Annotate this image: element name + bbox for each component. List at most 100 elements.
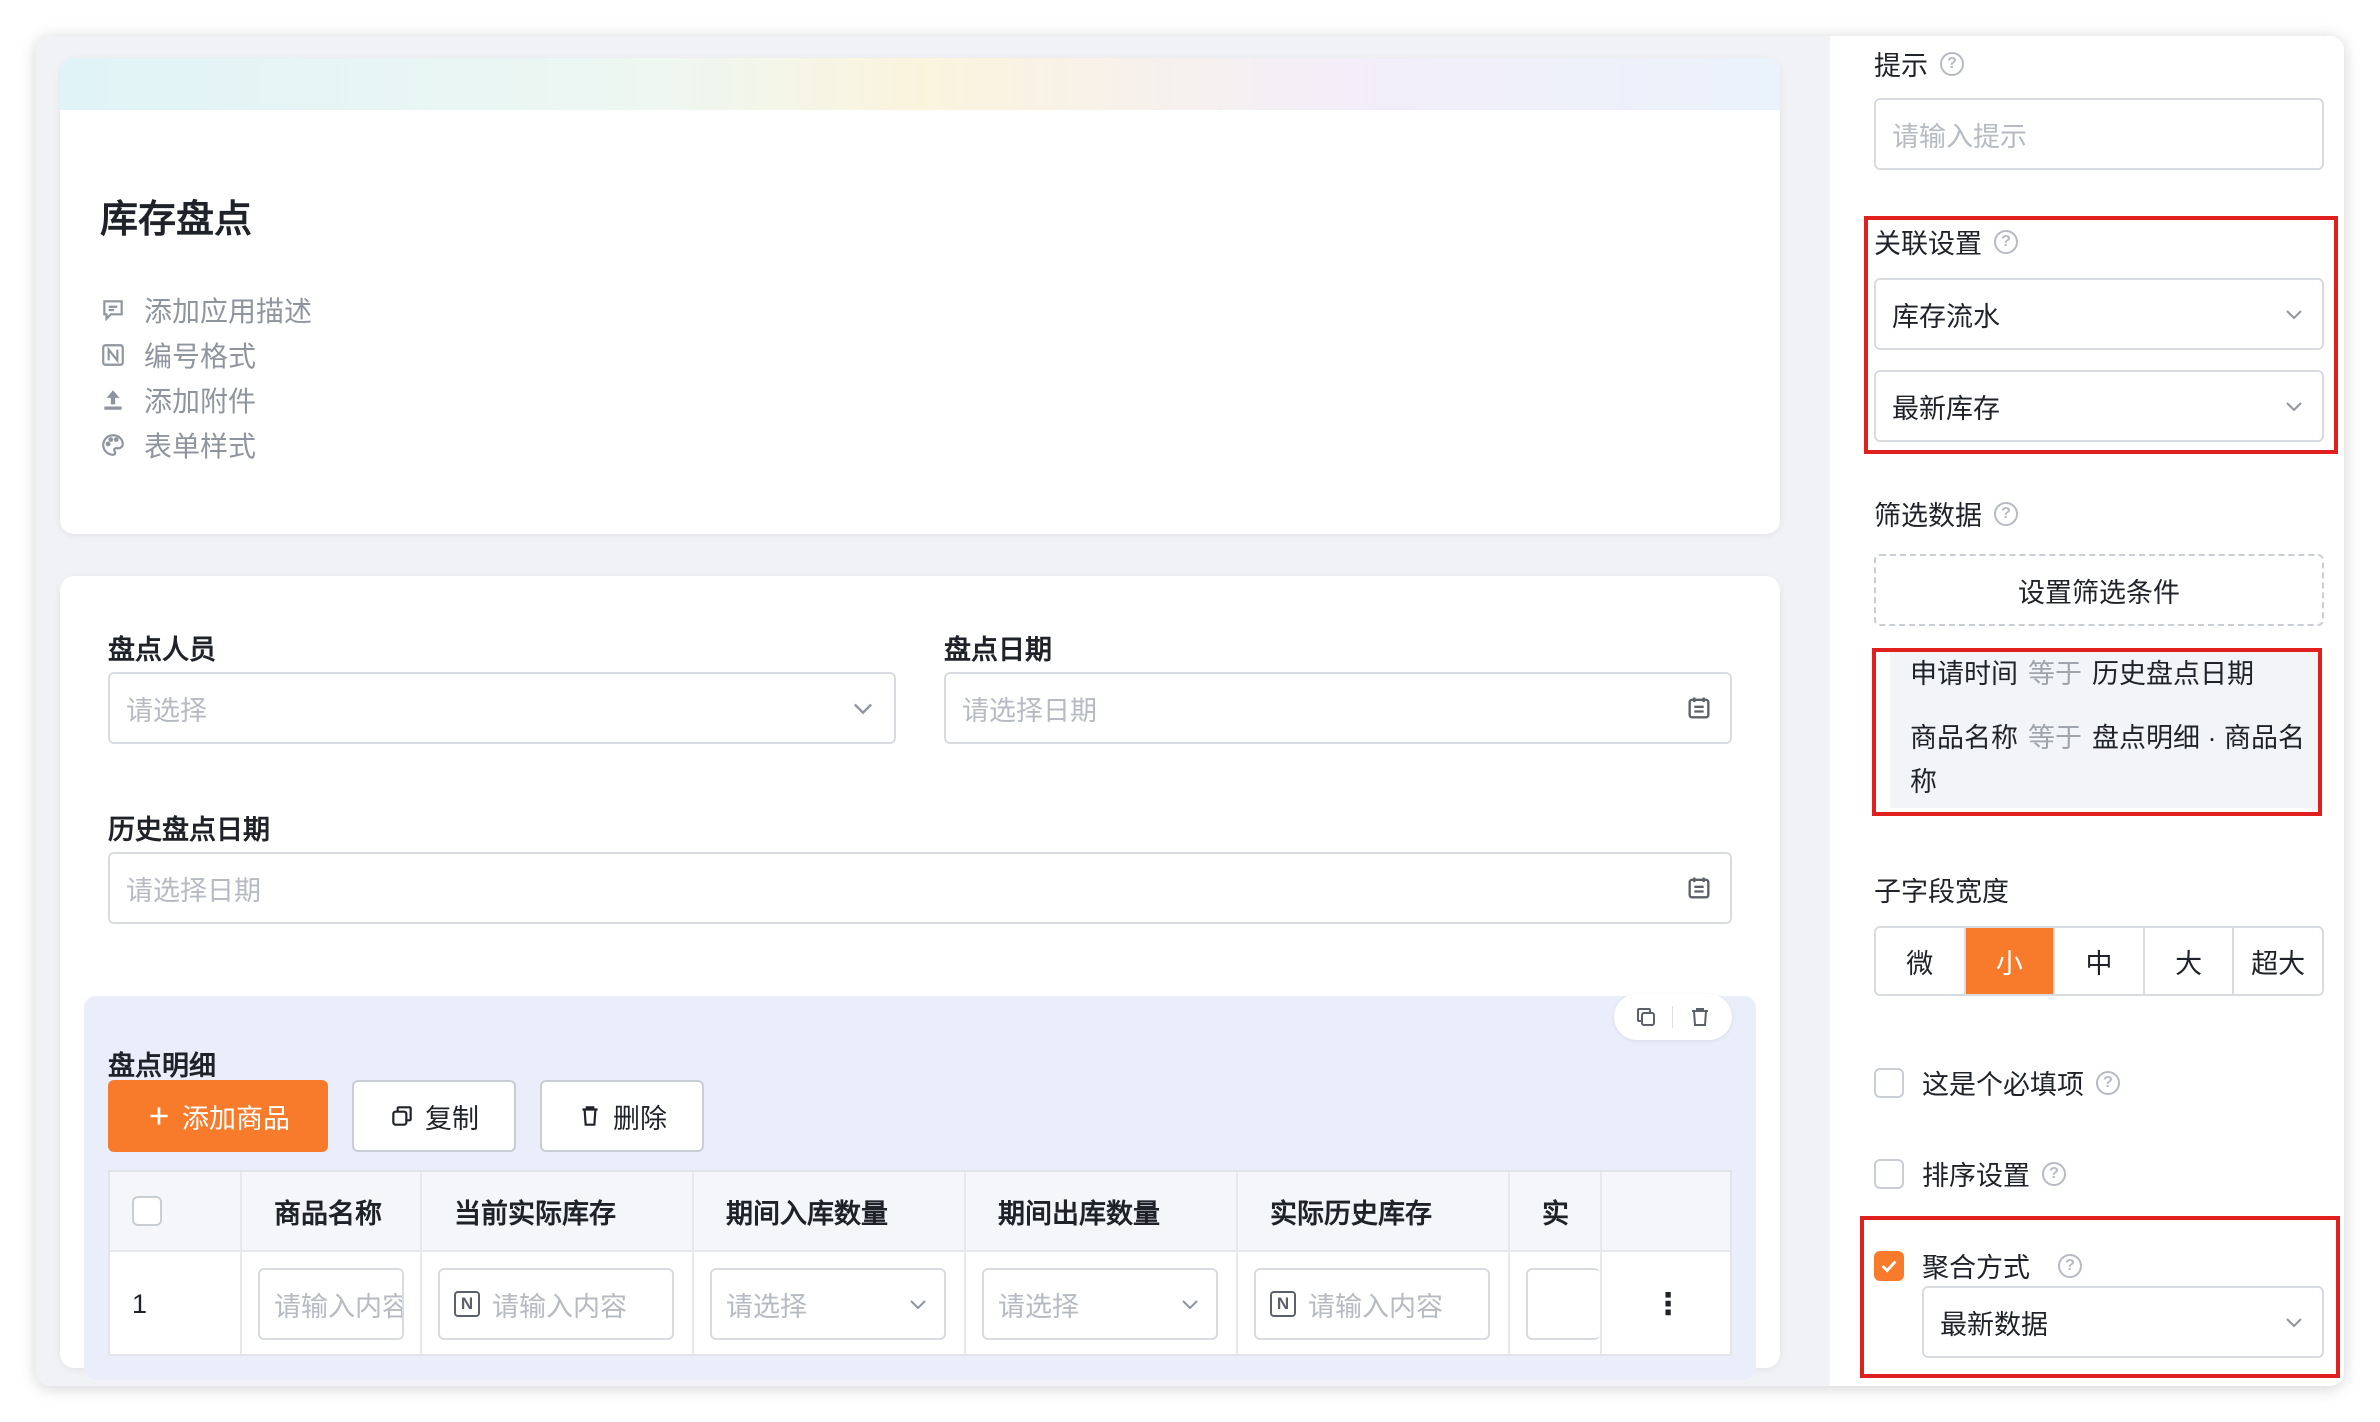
column-header: 当前实际库存 — [422, 1172, 694, 1252]
aggregate-method-value: 最新数据 — [1940, 1309, 2048, 1340]
subtable-toolbar — [1614, 994, 1732, 1040]
delete-label: 删除 — [613, 1103, 667, 1134]
chevron-down-icon — [2282, 1310, 2306, 1334]
number-format-icon — [100, 342, 126, 368]
cell-placeholder: 请输入内容 — [1308, 1291, 1443, 1322]
table-cell: N 请输入内容 — [1238, 1252, 1510, 1354]
table-cell — [1510, 1252, 1602, 1354]
column-header: 期间出库数量 — [966, 1172, 1238, 1252]
column-header: 实际历史库存 — [1238, 1172, 1510, 1252]
subfield-width-segmented: 微 小 中 大 超大 — [1874, 926, 2324, 996]
table-cell: 请选择 — [694, 1252, 966, 1354]
help-icon[interactable]: ? — [2096, 1070, 2120, 1095]
header-gradient-band — [60, 58, 1780, 110]
calendar-icon — [1684, 693, 1714, 723]
add-item-label: 添加商品 — [182, 1103, 290, 1134]
truncated-cell-input[interactable] — [1526, 1268, 1600, 1340]
help-icon[interactable]: ? — [2058, 1253, 2082, 1278]
comment-icon — [100, 297, 126, 323]
chevron-down-icon — [2282, 394, 2306, 418]
chevron-down-icon — [1178, 1292, 1202, 1316]
actions-header — [1602, 1172, 1730, 1252]
add-item-button[interactable]: 添加商品 — [108, 1080, 328, 1152]
sort-checkbox[interactable] — [1874, 1158, 1904, 1189]
width-option[interactable]: 微 — [1876, 928, 1966, 994]
app-title[interactable]: 库存盘点 — [100, 188, 252, 243]
trash-icon — [577, 1103, 603, 1129]
add-description-label: 添加应用描述 — [144, 296, 313, 327]
outbound-qty-select[interactable]: 请选择 — [982, 1268, 1218, 1340]
row-index: 1 — [110, 1252, 242, 1354]
column-header: 期间入库数量 — [694, 1172, 966, 1252]
hint-placeholder: 请输入提示 — [1892, 121, 2027, 152]
subtable-grid: 商品名称 当前实际库存 期间入库数量 期间出库数量 实际历史库存 实 1 请输入… — [108, 1170, 1732, 1356]
hint-label-text: 提示 — [1874, 51, 1928, 81]
row-more-icon[interactable]: ⋮ — [1602, 1252, 1730, 1354]
hint-input[interactable]: 请输入提示 — [1874, 98, 2324, 170]
number-format-label: 编号格式 — [144, 341, 257, 372]
relation-label-text: 关联设置 — [1874, 229, 1982, 259]
sort-checkbox-row[interactable]: 排序设置 ? — [1874, 1154, 2066, 1193]
chevron-down-icon — [848, 693, 878, 723]
history-stock-input[interactable]: N 请输入内容 — [1254, 1268, 1490, 1340]
required-checkbox-row[interactable]: 这是个必填项 ? — [1874, 1063, 2120, 1102]
number-format-icon: N — [454, 1291, 480, 1317]
help-icon[interactable]: ? — [1940, 51, 1964, 76]
palette-icon — [100, 432, 126, 458]
relation-field-select[interactable]: 最新库存 — [1874, 370, 2324, 442]
current-stock-input[interactable]: N 请输入内容 — [438, 1268, 674, 1340]
cell-placeholder: 请选择 — [998, 1291, 1079, 1322]
calendar-icon — [1684, 873, 1714, 903]
select-all-header — [110, 1172, 242, 1252]
cell-placeholder: 请输入内容 — [492, 1291, 627, 1322]
help-icon[interactable]: ? — [1994, 501, 2018, 526]
delete-button[interactable]: 删除 — [540, 1080, 704, 1152]
column-header: 实 — [1510, 1172, 1602, 1252]
width-option[interactable]: 大 — [2145, 928, 2235, 994]
aggregate-label: 聚合方式 — [1922, 1253, 2030, 1283]
copy-icon — [389, 1103, 415, 1129]
inbound-qty-select[interactable]: 请选择 — [710, 1268, 946, 1340]
hint-label: 提示 ? — [1874, 44, 1964, 83]
set-filter-button[interactable]: 设置筛选条件 — [1874, 554, 2324, 626]
subtable-title: 盘点明细 — [108, 1051, 216, 1081]
relation-form-select[interactable]: 库存流水 — [1874, 278, 2324, 350]
width-option-selected[interactable]: 小 — [1965, 928, 2056, 994]
history-date-picker[interactable]: 请选择日期 — [108, 852, 1732, 924]
required-checkbox[interactable] — [1874, 1067, 1904, 1098]
chevron-down-icon — [906, 1292, 930, 1316]
aggregate-checkbox-row[interactable]: 聚合方式 ? — [1874, 1246, 2082, 1285]
app-window: 库存盘点 添加应用描述 编号格式 添加附件 表单样式 盘点人员 请选择 盘点日期… — [36, 36, 2344, 1386]
add-description-item[interactable]: 添加应用描述 — [100, 290, 312, 330]
aggregate-method-select[interactable]: 最新数据 — [1922, 1286, 2324, 1358]
date-picker[interactable]: 请选择日期 — [944, 672, 1732, 744]
width-option[interactable]: 超大 — [2234, 928, 2322, 994]
add-attachment-label: 添加附件 — [144, 386, 257, 417]
number-format-icon: N — [1270, 1291, 1296, 1317]
cell-placeholder: 请输入内容 — [274, 1291, 404, 1322]
product-name-input[interactable]: 请输入内容 — [258, 1268, 404, 1340]
form-canvas: 库存盘点 添加应用描述 编号格式 添加附件 表单样式 盘点人员 请选择 盘点日期… — [36, 36, 1830, 1386]
aggregate-checkbox[interactable] — [1874, 1250, 1904, 1281]
cell-placeholder: 请选择 — [726, 1291, 807, 1322]
trash-icon[interactable] — [1687, 1004, 1713, 1030]
copy-button[interactable]: 复制 — [352, 1080, 516, 1152]
table-cell: 请选择 — [966, 1252, 1238, 1354]
select-all-checkbox[interactable] — [132, 1196, 162, 1226]
counter-label: 盘点人员 — [108, 635, 216, 665]
form-style-item[interactable]: 表单样式 — [100, 425, 256, 465]
history-date-label: 历史盘点日期 — [108, 815, 270, 845]
required-label: 这是个必填项 — [1922, 1070, 2084, 1100]
column-header: 商品名称 — [242, 1172, 422, 1252]
table-cell: 请输入内容 — [242, 1252, 422, 1354]
add-attachment-item[interactable]: 添加附件 — [100, 380, 256, 420]
counter-select[interactable]: 请选择 — [108, 672, 896, 744]
help-icon[interactable]: ? — [1994, 229, 2018, 254]
width-option[interactable]: 中 — [2055, 928, 2145, 994]
number-format-item[interactable]: 编号格式 — [100, 335, 256, 375]
filter-label: 筛选数据 ? — [1874, 494, 2018, 533]
form-body-card: 盘点人员 请选择 盘点日期 请选择日期 历史盘点日期 请选择日期 盘点明细 添加… — [60, 576, 1780, 1380]
relation-label: 关联设置 ? — [1874, 222, 2018, 261]
help-icon[interactable]: ? — [2042, 1161, 2066, 1186]
copy-icon[interactable] — [1633, 1004, 1659, 1030]
